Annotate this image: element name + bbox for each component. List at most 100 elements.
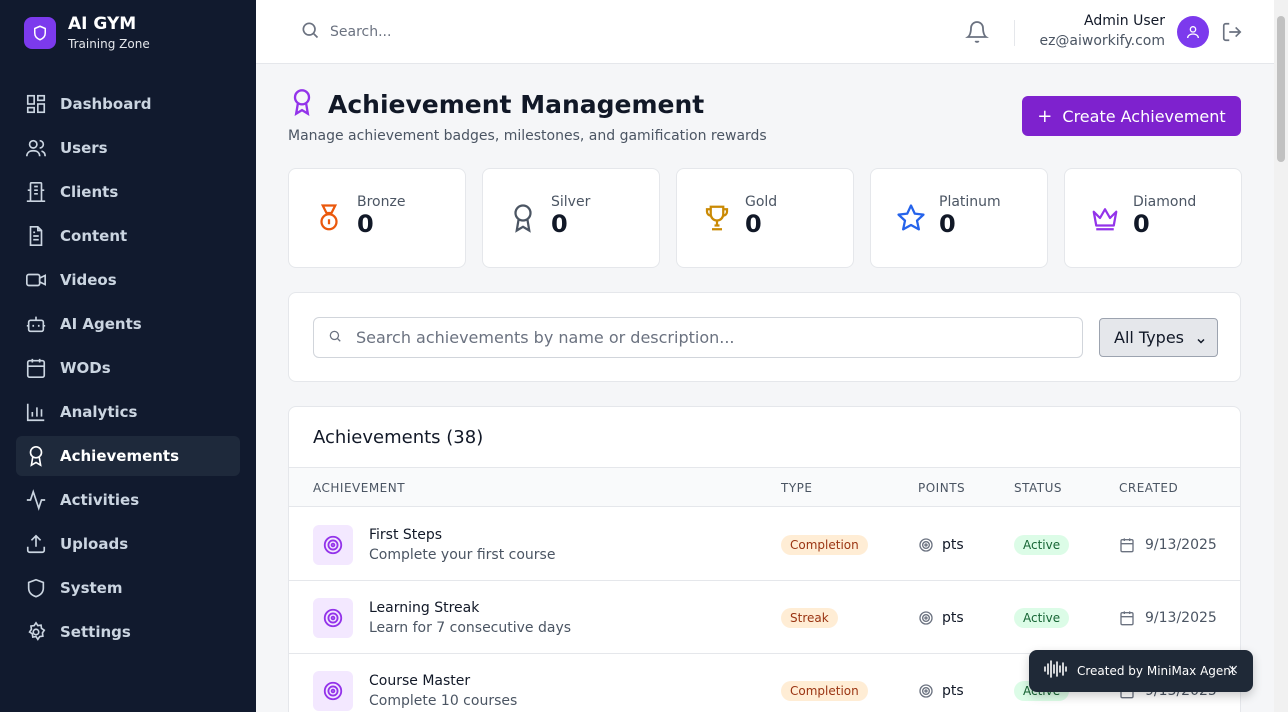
brand[interactable]: AI GYM Training Zone (24, 14, 150, 51)
sidebar-item-videos[interactable]: Videos (16, 260, 240, 300)
tier-name: Platinum (939, 194, 1001, 210)
column-header-type: TYPE (781, 481, 813, 495)
search-input[interactable]: Search... (330, 24, 391, 40)
sidebar-item-label: WODs (60, 359, 111, 377)
scrollbar-thumb[interactable] (1277, 16, 1285, 162)
column-header-created: CREATED (1119, 481, 1179, 495)
sidebar-item-label: Clients (60, 183, 119, 201)
shield-icon (24, 16, 56, 49)
sidebar-item-ai-agents[interactable]: AI Agents (16, 304, 240, 344)
calendar-icon (1120, 538, 1134, 553)
tier-name: Gold (745, 194, 778, 210)
logout-icon[interactable] (1221, 21, 1243, 47)
achievement-name: Learning Streak (369, 600, 480, 616)
points-value: pts (942, 683, 964, 699)
sidebar-item-label: Videos (60, 271, 117, 289)
achievement-search-placeholder: Search achievements by name or descripti… (356, 328, 735, 347)
achievement-description: Complete 10 courses (369, 693, 518, 709)
sidebar-item-users[interactable]: Users (16, 128, 240, 168)
column-header-achievement: ACHIEVEMENT (313, 481, 406, 495)
sidebar-item-wods[interactable]: WODs (16, 348, 240, 388)
header-divider (1014, 20, 1015, 46)
tier-count: 0 (939, 210, 956, 238)
page-scrollbar[interactable] (1274, 0, 1288, 712)
sidebar-item-activities[interactable]: Activities (16, 480, 240, 520)
calendar-icon (24, 356, 48, 380)
sidebar-item-label: Dashboard (60, 95, 152, 113)
award-icon (507, 202, 539, 234)
close-icon[interactable]: × (1227, 662, 1239, 678)
avatar[interactable] (1177, 16, 1209, 48)
achievement-name: Course Master (369, 673, 471, 689)
users-icon (24, 136, 48, 160)
sidebar-item-system[interactable]: System (16, 568, 240, 608)
user-name: Admin User (1084, 13, 1165, 29)
created-date: 9/13/2025 (1145, 537, 1217, 553)
shield-icon (24, 576, 48, 600)
user-info: Admin User ez@aiworkify.com (1039, 12, 1165, 52)
document-icon (24, 224, 48, 248)
agent-toast: Created by MiniMax Agent × (1029, 650, 1253, 692)
sidebar-item-clients[interactable]: Clients (16, 172, 240, 212)
achievement-description: Learn for 7 consecutive days (369, 620, 572, 636)
table-row[interactable]: Learning Streak Learn for 7 consecutive … (289, 581, 1240, 654)
sidebar-item-dashboard[interactable]: Dashboard (16, 84, 240, 124)
star-icon (895, 202, 927, 234)
created-cell: 9/13/2025 (1119, 537, 1217, 553)
plus-icon: + (1037, 105, 1053, 127)
created-cell: 9/13/2025 (1119, 610, 1217, 626)
create-achievement-button[interactable]: + Create Achievement (1022, 96, 1241, 136)
video-icon (24, 268, 48, 292)
sidebar-nav: Dashboard Users Clients Content Videos A… (16, 84, 240, 656)
toast-text: Created by MiniMax Agent (1077, 664, 1236, 678)
type-badge: Streak (781, 608, 838, 628)
award-icon (24, 444, 48, 468)
page-title: Achievement Management (328, 89, 705, 119)
create-achievement-label: Create Achievement (1062, 106, 1226, 126)
points-value: pts (942, 610, 964, 626)
bot-icon (24, 312, 48, 336)
user-email: ez@aiworkify.com (1039, 33, 1165, 49)
table-row[interactable]: First Steps Complete your first course C… (289, 508, 1240, 581)
sidebar-item-analytics[interactable]: Analytics (16, 392, 240, 432)
filter-card: Search achievements by name or descripti… (288, 292, 1241, 382)
header-search[interactable]: Search... (300, 20, 391, 44)
points-cell: pts (918, 537, 964, 553)
tier-card-bronze: Bronze 0 (288, 168, 466, 268)
type-filter-select[interactable]: All Types (1099, 318, 1218, 357)
table-header: ACHIEVEMENT TYPE POINTS STATUS CREATED (289, 467, 1240, 507)
column-header-status: STATUS (1014, 481, 1063, 495)
achievement-search-input[interactable]: Search achievements by name or descripti… (313, 317, 1083, 358)
bell-icon[interactable] (965, 20, 989, 48)
created-date: 9/13/2025 (1145, 610, 1217, 626)
medal-icon (313, 202, 345, 234)
sidebar-item-settings[interactable]: Settings (16, 612, 240, 652)
brand-subtitle: Training Zone (68, 37, 150, 51)
tier-count: 0 (1133, 210, 1150, 238)
tier-stats: Bronze 0 Silver 0 Gold 0 Platinum 0 Diam… (288, 168, 1242, 268)
sidebar-item-label: Activities (60, 491, 140, 509)
tier-card-platinum: Platinum 0 (870, 168, 1048, 268)
points-cell: pts (918, 610, 964, 626)
award-icon (288, 88, 316, 120)
sidebar-item-label: Uploads (60, 535, 129, 553)
sidebar: AI GYM Training Zone Dashboard Users Cli… (0, 0, 256, 712)
points-value: pts (942, 537, 964, 553)
type-badge: Completion (781, 535, 868, 555)
clients-icon (24, 180, 48, 204)
achievement-description: Complete your first course (369, 547, 556, 563)
sidebar-item-label: Content (60, 227, 128, 245)
target-icon (313, 671, 353, 711)
search-icon (328, 328, 342, 347)
sidebar-item-achievements[interactable]: Achievements (16, 436, 240, 476)
waveform-icon (1043, 659, 1069, 683)
tier-count: 0 (357, 210, 374, 238)
brand-title: AI GYM (68, 14, 137, 34)
activity-icon (24, 488, 48, 512)
search-icon (300, 20, 320, 44)
sidebar-item-content[interactable]: Content (16, 216, 240, 256)
tier-name: Silver (551, 194, 591, 210)
table-title: Achievements (38) (313, 427, 484, 448)
dashboard-icon (24, 92, 48, 116)
sidebar-item-uploads[interactable]: Uploads (16, 524, 240, 564)
